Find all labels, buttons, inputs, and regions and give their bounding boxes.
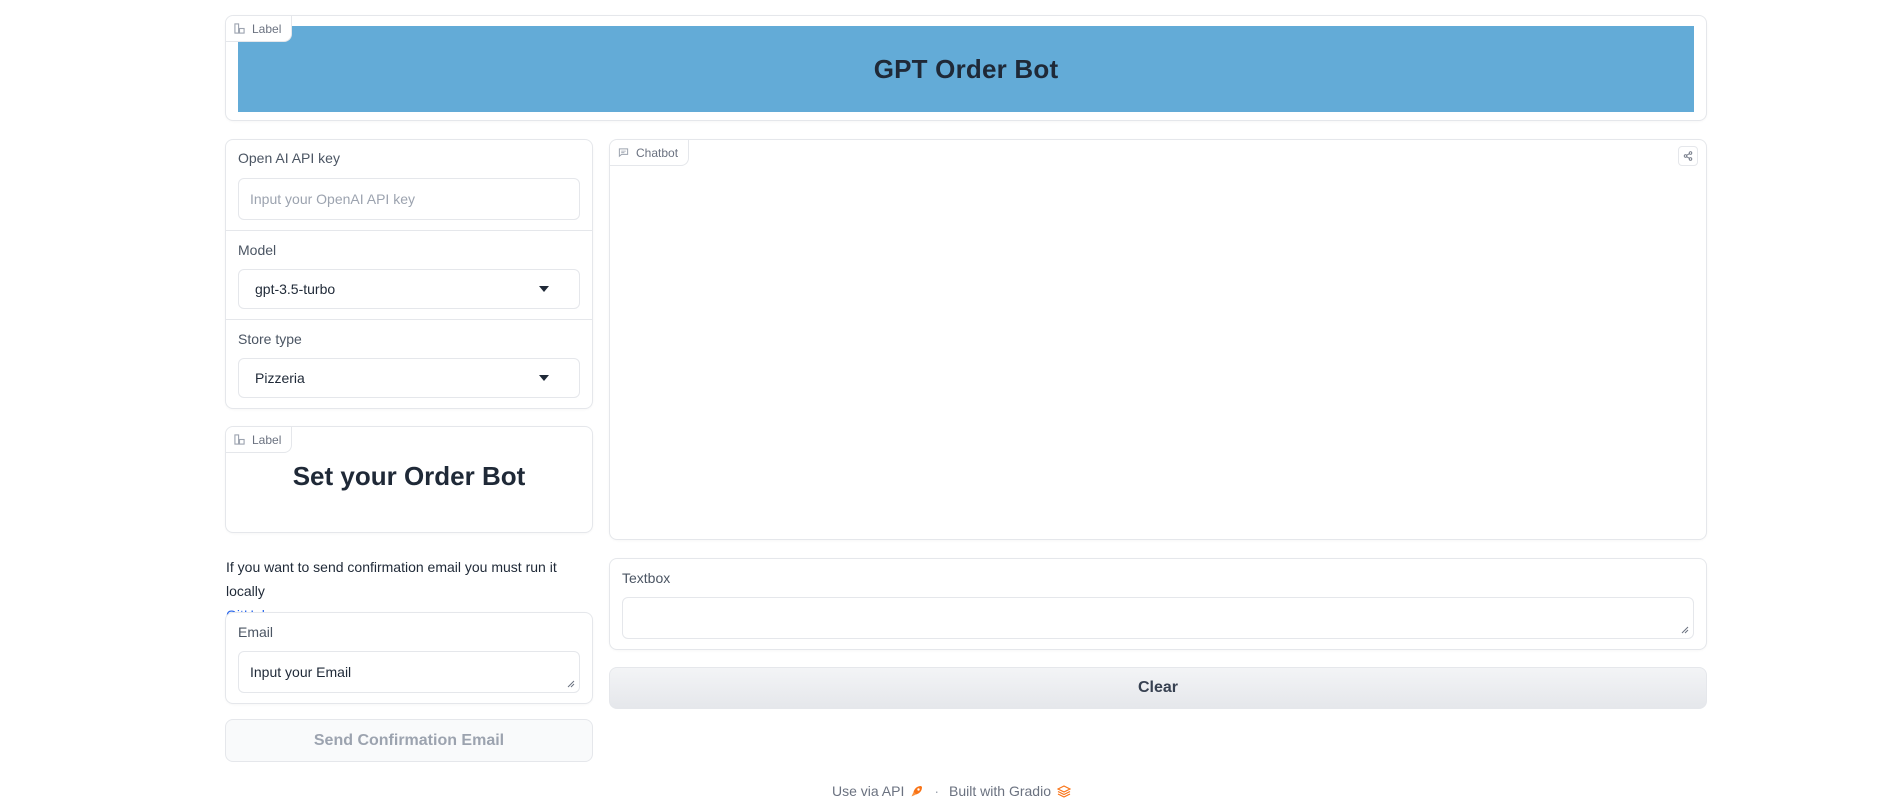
label-icon (234, 23, 245, 34)
label-tag-text: Label (252, 21, 282, 36)
rocket-icon (911, 786, 923, 797)
send-confirmation-email-button[interactable]: Send Confirmation Email (225, 719, 593, 762)
settings-panel: Open AI API key Input your OpenAI API ke… (225, 139, 593, 409)
resize-handle-icon[interactable] (1681, 626, 1689, 634)
store-type-label: Store type (238, 331, 302, 347)
api-key-label: Open AI API key (238, 150, 340, 166)
model-dropdown[interactable]: gpt-3.5-turbo (238, 269, 580, 309)
divider (226, 230, 592, 231)
footer-separator: · (934, 783, 940, 799)
api-key-placeholder: Input your OpenAI API key (250, 191, 415, 207)
label-tag-text: Label (252, 432, 282, 447)
use-via-api-text: Use via API (832, 783, 905, 799)
use-via-api-link[interactable]: Use via API (832, 783, 924, 799)
order-bot-label-block: Set your Order Bot Label (225, 426, 593, 533)
label-tag: Label (226, 427, 293, 453)
label-icon (234, 434, 245, 445)
email-label: Email (238, 624, 274, 640)
chatbot-panel: Chatbot (609, 139, 1707, 540)
chevron-down-icon (539, 375, 549, 381)
store-type-selected-value: Pizzeria (255, 370, 305, 386)
api-key-input[interactable]: Input your OpenAI API key (238, 178, 580, 220)
built-with-gradio-link[interactable]: Built with Gradio (949, 783, 1071, 799)
chatbot-tag: Chatbot (610, 140, 690, 166)
message-input[interactable] (622, 597, 1694, 639)
email-block: Email Input your Email (225, 612, 593, 704)
header-label-block: GPT Order Bot Label (225, 15, 1707, 121)
chat-icon (618, 148, 629, 158)
resize-handle-icon[interactable] (567, 680, 575, 688)
page-title: GPT Order Bot (873, 53, 1059, 84)
chevron-down-icon (539, 286, 549, 292)
email-note-text: If you want to send confirmation email y… (226, 559, 557, 599)
textbox-label: Textbox (622, 570, 671, 586)
store-type-dropdown[interactable]: Pizzeria (238, 358, 580, 398)
footer: Use via API · Built with Gradio (0, 783, 1903, 799)
model-selected-value: gpt-3.5-turbo (255, 281, 336, 297)
order-bot-title: Set your Order Bot (292, 461, 526, 491)
model-label: Model (238, 242, 277, 258)
divider (226, 319, 592, 320)
gradio-logo-icon (1056, 785, 1071, 798)
chatbot-tag-text: Chatbot (636, 145, 679, 160)
header-banner: GPT Order Bot (238, 26, 1694, 112)
textbox-block: Textbox (609, 558, 1707, 650)
built-with-gradio-text: Built with Gradio (949, 783, 1051, 799)
share-icon (1683, 151, 1693, 161)
email-value: Input your Email (250, 664, 352, 680)
clear-button[interactable]: Clear (609, 667, 1707, 709)
email-field[interactable]: Input your Email (238, 651, 580, 693)
share-button[interactable] (1678, 146, 1698, 166)
label-tag: Label (226, 16, 293, 42)
